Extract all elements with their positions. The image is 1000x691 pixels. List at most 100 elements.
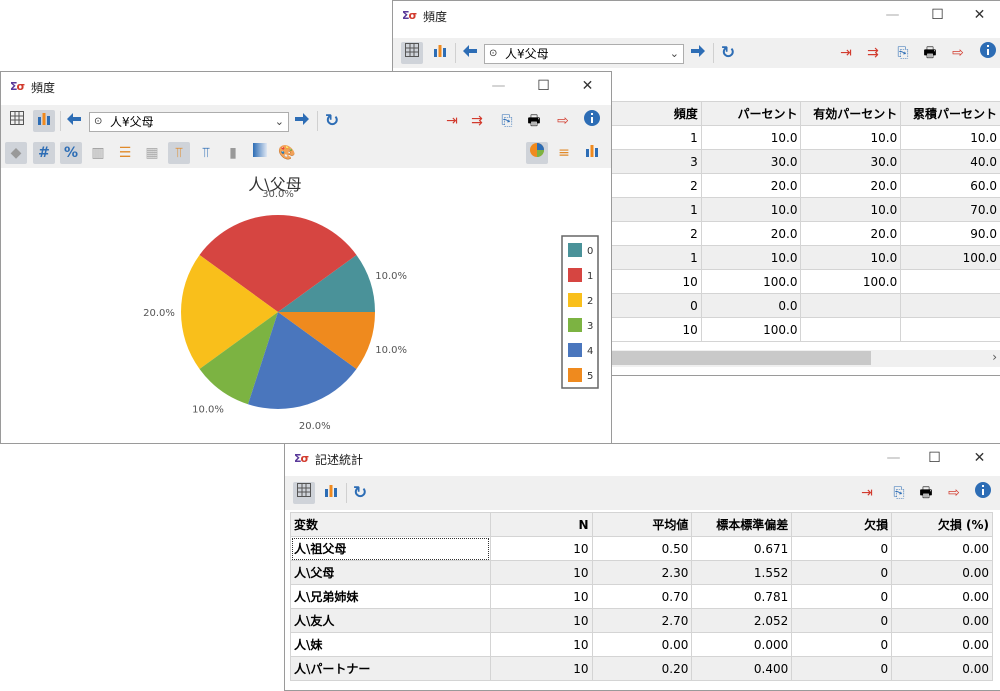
cell[interactable]: 3 [612,150,702,174]
cell[interactable]: 10 [490,657,592,681]
cell[interactable]: 0.671 [692,537,792,561]
cell[interactable]: 70.0 [901,198,1000,222]
cell[interactable]: 2 [612,174,702,198]
minimize-button[interactable]: — [870,1,915,31]
cell[interactable]: 0 [792,585,892,609]
horizontal-scrollbar[interactable]: › [611,350,1000,367]
cell[interactable] [801,294,901,318]
cell[interactable]: 20.0 [701,174,801,198]
minimize-button[interactable]: — [476,72,521,102]
info-icon[interactable] [977,42,999,64]
cell[interactable]: 0.70 [592,585,692,609]
variable-name-cell[interactable]: 人\父母 [291,561,491,585]
pie-chart-type-icon[interactable] [526,142,548,164]
cell[interactable]: 100.0 [901,246,1000,270]
maximize-button[interactable]: ☐ [912,444,957,474]
export-icon[interactable]: ⇨ [947,42,969,64]
cell[interactable]: 1.552 [692,561,792,585]
copy-icon[interactable]: ⎘ [496,110,518,132]
percent-icon[interactable]: % [60,142,82,164]
cell[interactable]: 0 [792,537,892,561]
cell[interactable]: 0 [792,633,892,657]
cell[interactable]: 30.0 [801,150,901,174]
export-icon[interactable]: ⇨ [552,110,574,132]
cell[interactable]: 2.052 [692,609,792,633]
cell[interactable]: 10.0 [701,198,801,222]
column-header[interactable]: 累積パーセント [901,102,1000,126]
cell[interactable] [801,318,901,342]
cell[interactable]: 2 [612,222,702,246]
grid-icon[interactable]: ▦ [141,142,163,164]
variable-name-cell[interactable]: 人\友人 [291,609,491,633]
vertical-bar-type-icon[interactable] [581,142,603,164]
variable-name-cell[interactable]: 人\妹 [291,633,491,657]
cell[interactable]: 0.00 [892,657,993,681]
cell[interactable]: 60.0 [901,174,1000,198]
close-button[interactable]: ✕ [565,72,610,102]
table-view-icon[interactable] [6,110,28,132]
import-icon[interactable]: ⇥ [441,110,463,132]
cell[interactable]: 0 [792,657,892,681]
variable-select[interactable]: ⊙ 人¥父母 ⌄ [89,112,289,132]
column-header[interactable]: パーセント [701,102,801,126]
sort-bars-icon[interactable]: ▥ [87,142,109,164]
chart-view-icon[interactable] [429,42,451,64]
maximize-button[interactable]: ☐ [521,72,566,102]
gradient-icon[interactable] [249,142,271,164]
refresh-icon[interactable]: ↻ [717,42,739,64]
cell[interactable]: 20.0 [801,174,901,198]
print-icon[interactable]: 🖶 [919,42,941,64]
chart-view-icon[interactable] [33,110,55,132]
previous-arrow-icon[interactable] [63,110,85,132]
cell[interactable]: 1 [612,198,702,222]
cell[interactable]: 10.0 [901,126,1000,150]
cell[interactable]: 10.0 [701,246,801,270]
column-header[interactable]: 変数 [291,513,491,537]
cell[interactable]: 0 [792,609,892,633]
axis-labels-icon[interactable]: ⫪ [195,142,217,164]
cell[interactable]: 10 [612,318,702,342]
print-icon[interactable]: 🖶 [915,482,937,504]
column-header[interactable]: 標本標準偏差 [692,513,792,537]
import-icon[interactable]: ⇥ [835,42,857,64]
cell[interactable]: 0.00 [892,561,993,585]
cell[interactable]: 100.0 [701,270,801,294]
table-view-icon[interactable] [293,482,315,504]
cell[interactable] [901,270,1000,294]
cell[interactable] [901,318,1000,342]
cell[interactable]: 100.0 [701,318,801,342]
table-view-icon[interactable] [401,42,423,64]
cell[interactable]: 0.400 [692,657,792,681]
cell[interactable]: 10 [490,537,592,561]
bar-style-icon[interactable]: ▮ [222,142,244,164]
cell[interactable]: 40.0 [901,150,1000,174]
column-header[interactable]: 欠損 [792,513,892,537]
cell[interactable]: 0.00 [892,537,993,561]
scrollbar-thumb[interactable] [611,351,871,365]
count-hash-icon[interactable]: # [33,142,55,164]
cell[interactable]: 0.000 [692,633,792,657]
cell[interactable]: 20.0 [701,222,801,246]
scroll-right-icon[interactable]: › [992,350,997,364]
cell[interactable]: 0 [612,294,702,318]
variable-name-cell[interactable]: 人\祖父母 [291,537,491,561]
copy-icon[interactable]: ⎘ [892,42,914,64]
cell[interactable]: 2.70 [592,609,692,633]
cell[interactable] [901,294,1000,318]
cell[interactable]: 10 [490,561,592,585]
column-header[interactable]: 欠損 (%) [892,513,993,537]
cell[interactable]: 0 [792,561,892,585]
info-icon[interactable] [972,482,994,504]
horizontal-bar-type-icon[interactable]: ≡ [553,142,575,164]
cell[interactable]: 0.00 [592,633,692,657]
info-icon[interactable] [581,110,603,132]
cell[interactable]: 10 [490,633,592,657]
column-header[interactable]: 有効パーセント [801,102,901,126]
cell[interactable]: 90.0 [901,222,1000,246]
refresh-icon[interactable]: ↻ [349,482,371,504]
cell[interactable]: 10 [490,585,592,609]
column-header[interactable]: 頻度 [612,102,702,126]
cell[interactable]: 0.50 [592,537,692,561]
cell[interactable]: 0.00 [892,609,993,633]
cell[interactable]: 10.0 [801,246,901,270]
